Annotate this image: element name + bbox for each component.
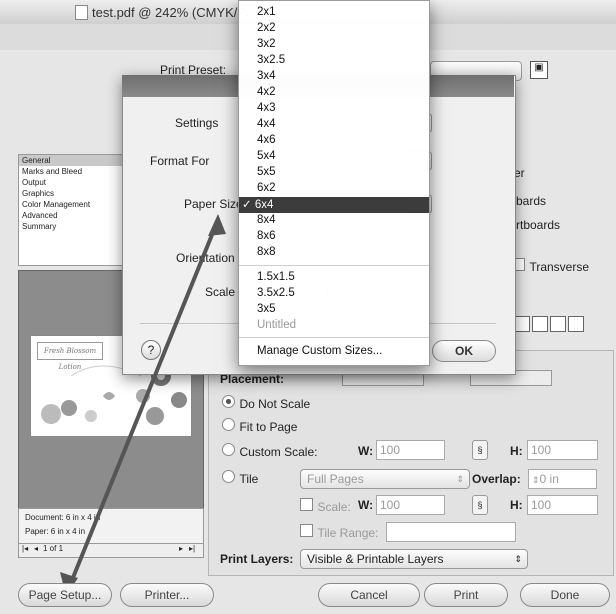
page-navigation[interactable]: |◂ ◂ 1 of 1 ▸ ▸|	[18, 543, 204, 558]
menu-item[interactable]: 4x4	[257, 118, 276, 130]
menu-item[interactable]: 3x2.5	[257, 54, 285, 66]
artboards-fragment: bards	[516, 194, 547, 208]
radio-button[interactable]	[222, 418, 235, 431]
orientation-icon[interactable]	[532, 316, 548, 332]
format-for-label: Format For	[150, 154, 210, 168]
ignore-artboards-fragment: rtboards	[516, 218, 561, 232]
radio-button[interactable]	[222, 470, 235, 483]
scale-link-icon[interactable]: §	[472, 495, 488, 515]
tile-range-label: Tile Range:	[317, 526, 379, 540]
menu-item[interactable]: 3x2	[257, 38, 276, 50]
manage-custom-sizes-item[interactable]: Manage Custom Sizes...	[257, 345, 382, 357]
menu-item[interactable]: 3.5x2.5	[257, 287, 295, 299]
menu-item[interactable]: 1.5x1.5	[257, 271, 295, 283]
menu-item[interactable]: 5x5	[257, 166, 276, 178]
ok-button[interactable]: OK	[432, 340, 496, 362]
tile-option[interactable]: Tile	[222, 470, 258, 488]
paper-size-menu: 2x1 2x2 3x2 3x2.5 3x4 4x2 4x3 4x4 4x6 5x…	[238, 0, 430, 366]
printer-button[interactable]: Printer...	[120, 583, 214, 607]
last-page-icon[interactable]: ▸|	[189, 544, 195, 553]
prev-page-icon[interactable]: ◂	[34, 544, 38, 553]
transverse-label: Transverse	[529, 260, 590, 274]
menu-item[interactable]: 5x4	[257, 150, 276, 162]
menu-item[interactable]: 4x2	[257, 86, 276, 98]
fit-to-page-label: Fit to Page	[239, 420, 298, 434]
tile-mode-popup[interactable]: Full Pages ⇕	[300, 469, 470, 489]
paper-size-info: Paper: 6 in x 4 in	[25, 527, 86, 536]
tile-range-checkbox[interactable]	[300, 524, 313, 537]
tile-range-checkbox-row[interactable]: Tile Range:	[300, 524, 378, 542]
radio-button[interactable]	[222, 443, 235, 456]
orientation-icon[interactable]	[568, 316, 584, 332]
do-not-scale-label: Do Not Scale	[239, 397, 311, 411]
print-button[interactable]: Print	[424, 583, 508, 607]
height-field[interactable]: 100	[527, 440, 598, 460]
menu-item[interactable]: 3x5	[257, 303, 276, 315]
menu-item[interactable]: 4x3	[257, 102, 276, 114]
scale-label: Scale:	[317, 500, 351, 514]
overlap-field[interactable]: ⇕0 in	[528, 469, 597, 489]
overlap-label: Overlap:	[472, 472, 521, 486]
settings-label: Settings	[175, 116, 219, 130]
menu-item[interactable]: 2x2	[257, 22, 276, 34]
orientation-icon[interactable]	[550, 316, 566, 332]
paper-size-label: Paper Size	[184, 197, 243, 211]
custom-scale-option[interactable]: Custom Scale:	[222, 443, 317, 461]
cancel-button[interactable]: Cancel	[318, 583, 420, 607]
page-count[interactable]: 1 of 1	[43, 544, 63, 553]
scale-checkbox[interactable]	[300, 498, 313, 511]
tile-mode-value: Full Pages	[307, 472, 364, 486]
transverse-checkbox-row[interactable]: Transverse	[512, 258, 589, 276]
popup-arrows-icon: ⇕	[456, 474, 464, 484]
menu-item-selected[interactable]: ✓ 6x4	[239, 197, 429, 213]
do-not-scale-option[interactable]: Do Not Scale	[222, 395, 310, 413]
print-layers-popup[interactable]: Visible & Printable Layers ⇕	[300, 549, 528, 569]
page-setup-button[interactable]: Page Setup...	[18, 583, 112, 607]
save-preset-icon[interactable]: ▣	[530, 61, 548, 79]
first-page-icon[interactable]: |◂	[22, 544, 28, 553]
help-button[interactable]: ?	[141, 340, 161, 360]
height-label: H:	[510, 444, 523, 458]
window-title: test.pdf @ 242% (CMYK/Pr	[92, 5, 251, 20]
menu-item[interactable]: 6x2	[257, 182, 276, 194]
document-icon	[75, 5, 88, 20]
scale-height-label: H:	[510, 498, 523, 512]
menu-item[interactable]: 3x4	[257, 70, 276, 82]
menu-item[interactable]: 8x4	[257, 214, 276, 226]
orientation-label: Orientation	[176, 251, 235, 265]
overlap-value: 0 in	[539, 472, 559, 486]
orientation-icons[interactable]	[514, 316, 590, 332]
menu-separator	[239, 337, 429, 338]
scale-label-sheet: Scale	[205, 285, 236, 299]
menu-item[interactable]: 2x1	[257, 6, 276, 18]
link-icon[interactable]: §	[472, 440, 488, 460]
width-label: W:	[358, 444, 374, 458]
scale-checkbox-row[interactable]: Scale:	[300, 498, 351, 516]
width-field[interactable]: 100	[376, 440, 445, 460]
fit-to-page-option[interactable]: Fit to Page	[222, 418, 297, 436]
checkmark-icon: ✓	[242, 199, 252, 211]
orientation-icon[interactable]	[514, 316, 530, 332]
print-layers-label: Print Layers:	[220, 552, 294, 566]
custom-scale-label: Custom Scale:	[239, 445, 318, 459]
popup-arrows-icon: ⇕	[514, 554, 522, 564]
document-size: Document: 6 in x 4 in	[25, 513, 101, 522]
menu-separator	[239, 265, 429, 266]
tile-range-field[interactable]	[386, 522, 516, 542]
done-button[interactable]: Done	[520, 583, 610, 607]
menu-item[interactable]: 8x6	[257, 230, 276, 242]
next-page-icon[interactable]: ▸	[179, 544, 183, 553]
scale-width-label: W:	[358, 498, 374, 512]
stepper-icon[interactable]: ⇕	[532, 475, 540, 485]
menu-item[interactable]: 4x6	[257, 134, 276, 146]
scale-width-field[interactable]: 100	[376, 495, 445, 515]
scale-height-field[interactable]: 100	[527, 495, 598, 515]
menu-item[interactable]: 8x8	[257, 246, 276, 258]
radio-button[interactable]	[222, 395, 235, 408]
print-layers-value: Visible & Printable Layers	[307, 552, 444, 566]
menu-item-untitled: Untitled	[257, 319, 296, 331]
tile-label: Tile	[239, 472, 259, 486]
selected-paper-size: 6x4	[254, 199, 274, 211]
